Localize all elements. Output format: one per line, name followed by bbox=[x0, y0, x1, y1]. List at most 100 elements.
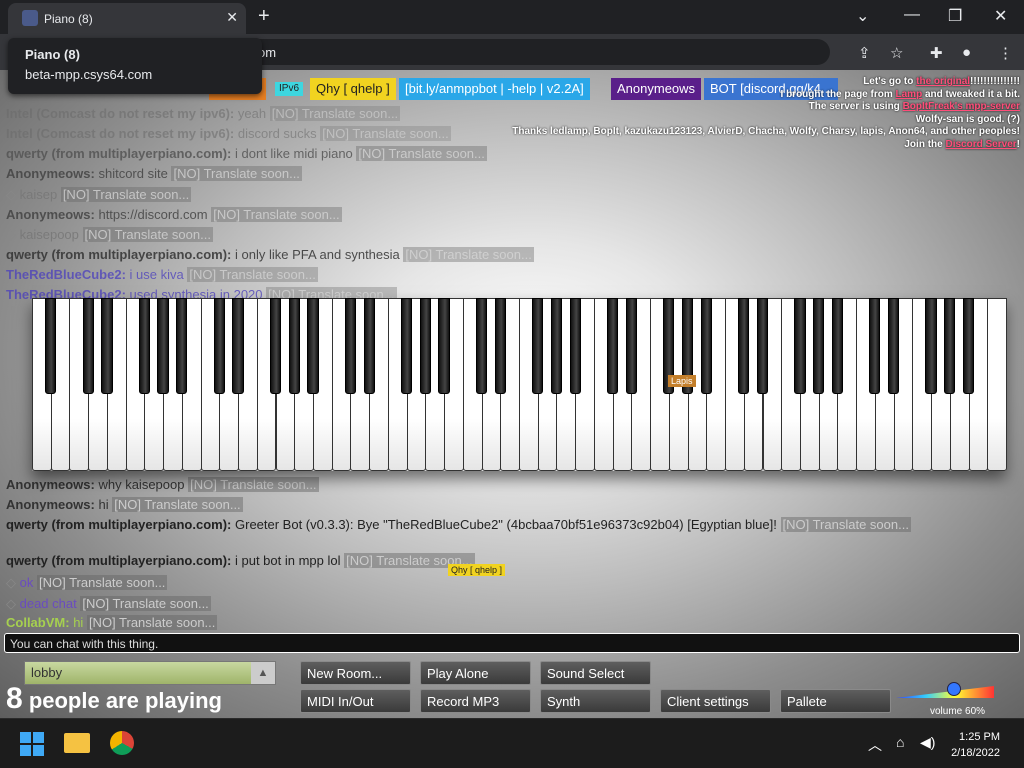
chrome-icon[interactable] bbox=[110, 731, 134, 755]
discord-link[interactable]: Discord Server bbox=[946, 139, 1017, 150]
black-key[interactable] bbox=[700, 298, 712, 394]
black-key[interactable] bbox=[607, 298, 619, 394]
extensions-icon[interactable]: ✚ bbox=[930, 44, 943, 62]
speaker-icon[interactable]: ◀) bbox=[920, 734, 935, 751]
chat-text: ok bbox=[19, 575, 34, 590]
synth-button[interactable]: Synth bbox=[540, 689, 651, 713]
black-key[interactable] bbox=[419, 298, 431, 394]
play-alone-button[interactable]: Play Alone bbox=[420, 661, 531, 685]
black-key[interactable] bbox=[438, 298, 450, 394]
black-key[interactable] bbox=[794, 298, 806, 394]
black-key[interactable] bbox=[157, 298, 169, 394]
chevron-up-icon[interactable]: ▲ bbox=[251, 662, 275, 684]
chat-author: TheRedBlueCube2: bbox=[6, 267, 126, 282]
black-key[interactable] bbox=[45, 298, 57, 394]
translate-badge: [NO] Translate soon... bbox=[112, 497, 243, 512]
black-key[interactable] bbox=[269, 298, 282, 394]
black-key[interactable] bbox=[232, 298, 244, 394]
restore-icon[interactable]: ❐ bbox=[948, 6, 962, 26]
new-room-button[interactable]: New Room... bbox=[300, 661, 411, 685]
black-key[interactable] bbox=[625, 298, 637, 394]
lamp-link[interactable]: Lamp bbox=[896, 89, 923, 100]
translate-badge: [NO] Translate soon... bbox=[187, 267, 318, 282]
chat-text: https://discord.com bbox=[98, 207, 208, 222]
close-window-icon[interactable]: ✕ bbox=[994, 6, 1007, 26]
chat-author: Anonymeows: bbox=[6, 477, 95, 492]
notice-text: I brought the page from bbox=[780, 88, 893, 100]
black-key[interactable] bbox=[869, 298, 881, 394]
volume-knob[interactable] bbox=[946, 682, 961, 696]
anon-icon: ◇ bbox=[6, 187, 20, 202]
black-key[interactable] bbox=[887, 298, 900, 394]
user-tag[interactable]: Qhy [ qhelp ] bbox=[310, 78, 396, 100]
clock[interactable]: 1:25 PM 2/18/2022 bbox=[951, 729, 1000, 761]
client-settings-button[interactable]: Client settings bbox=[660, 689, 771, 713]
white-key[interactable] bbox=[987, 298, 1007, 471]
player-count-number: 8 bbox=[6, 682, 23, 715]
black-key[interactable] bbox=[494, 298, 506, 394]
network-icon[interactable]: ⌂ bbox=[896, 734, 904, 750]
volume-slider[interactable]: volume 60% bbox=[896, 680, 998, 718]
record-mp3-button[interactable]: Record MP3 bbox=[420, 689, 531, 713]
black-key[interactable] bbox=[363, 298, 375, 394]
translate-badge: [NO] Translate soon... bbox=[403, 247, 534, 262]
chevron-up-icon[interactable]: ︿ bbox=[868, 735, 882, 755]
chat-text: why kaisepoop bbox=[98, 477, 185, 492]
volume-label: volume 60% bbox=[930, 706, 986, 717]
black-key[interactable] bbox=[962, 298, 975, 394]
profile-icon[interactable]: ● bbox=[962, 44, 971, 61]
black-key[interactable] bbox=[400, 298, 413, 394]
black-key[interactable] bbox=[756, 298, 769, 394]
black-key[interactable] bbox=[475, 298, 488, 394]
anon-icon: ◇ bbox=[6, 227, 20, 242]
chat-text: hi bbox=[98, 497, 109, 512]
black-key[interactable] bbox=[101, 298, 113, 394]
black-key[interactable] bbox=[738, 298, 750, 394]
pallete-button[interactable]: Pallete bbox=[780, 689, 891, 713]
black-key[interactable] bbox=[307, 298, 319, 394]
black-key[interactable] bbox=[569, 298, 581, 394]
windows-taskbar: ︿ ⌂ ◀) 1:25 PM 2/18/2022 bbox=[0, 718, 1024, 768]
black-key[interactable] bbox=[176, 298, 188, 394]
file-explorer-icon[interactable] bbox=[64, 733, 90, 753]
tab-search-icon[interactable]: ⌄ bbox=[856, 6, 869, 26]
hover-card-url: beta-mpp.csys64.com bbox=[25, 67, 153, 82]
black-key[interactable] bbox=[82, 298, 94, 394]
black-key[interactable] bbox=[550, 298, 563, 394]
black-key[interactable] bbox=[213, 298, 225, 394]
black-key[interactable] bbox=[813, 298, 825, 394]
original-link[interactable]: the original bbox=[916, 76, 970, 87]
start-icon[interactable] bbox=[20, 732, 44, 756]
bookmark-star-icon[interactable]: ☆ bbox=[890, 44, 903, 62]
chat-author: qwerty (from multiplayerpiano.com): bbox=[6, 146, 232, 161]
sound-select-button[interactable]: Sound Select bbox=[540, 661, 651, 685]
menu-icon[interactable]: ⋮ bbox=[998, 44, 1013, 62]
minimize-icon[interactable]: — bbox=[904, 6, 920, 24]
cursor-label: Qhy [ qhelp ] bbox=[448, 564, 506, 576]
black-key[interactable] bbox=[288, 298, 300, 394]
chat-message: ◇ ok [NO] Translate soon... bbox=[6, 575, 168, 591]
user-tag[interactable]: IPv6 bbox=[275, 82, 304, 96]
chat-author: Intel (Comcast do not reset my ipv6): bbox=[6, 126, 235, 141]
notice-text: Join the bbox=[904, 138, 943, 150]
black-key[interactable] bbox=[944, 298, 956, 394]
close-tab-icon[interactable]: ✕ bbox=[226, 9, 238, 26]
share-icon[interactable]: ⇪ bbox=[858, 44, 871, 62]
black-key[interactable] bbox=[138, 298, 150, 394]
black-key[interactable] bbox=[925, 298, 937, 394]
info-notice: Let's go to the original!!!!!!!!!!!!!!! … bbox=[512, 76, 1020, 152]
chat-message: Intel (Comcast do not reset my ipv6): di… bbox=[6, 126, 451, 141]
new-tab-icon[interactable]: + bbox=[258, 5, 270, 28]
volume-track[interactable] bbox=[896, 686, 994, 698]
piano-keyboard[interactable] bbox=[32, 298, 1007, 471]
chat-text: hi bbox=[73, 615, 84, 630]
address-bar[interactable]: om bbox=[230, 39, 830, 65]
midi-button[interactable]: MIDI In/Out bbox=[300, 689, 411, 713]
notice-text: !!!!!!!!!!!!!!! bbox=[970, 76, 1020, 87]
chat-input[interactable]: You can chat with this thing. bbox=[4, 633, 1020, 653]
black-key[interactable] bbox=[344, 298, 357, 394]
black-key[interactable] bbox=[831, 298, 844, 394]
browser-tab[interactable]: Piano (8) ✕ bbox=[8, 3, 246, 34]
black-key[interactable] bbox=[532, 298, 544, 394]
server-link[interactable]: BopItFreak's mpp-server bbox=[903, 101, 1020, 112]
